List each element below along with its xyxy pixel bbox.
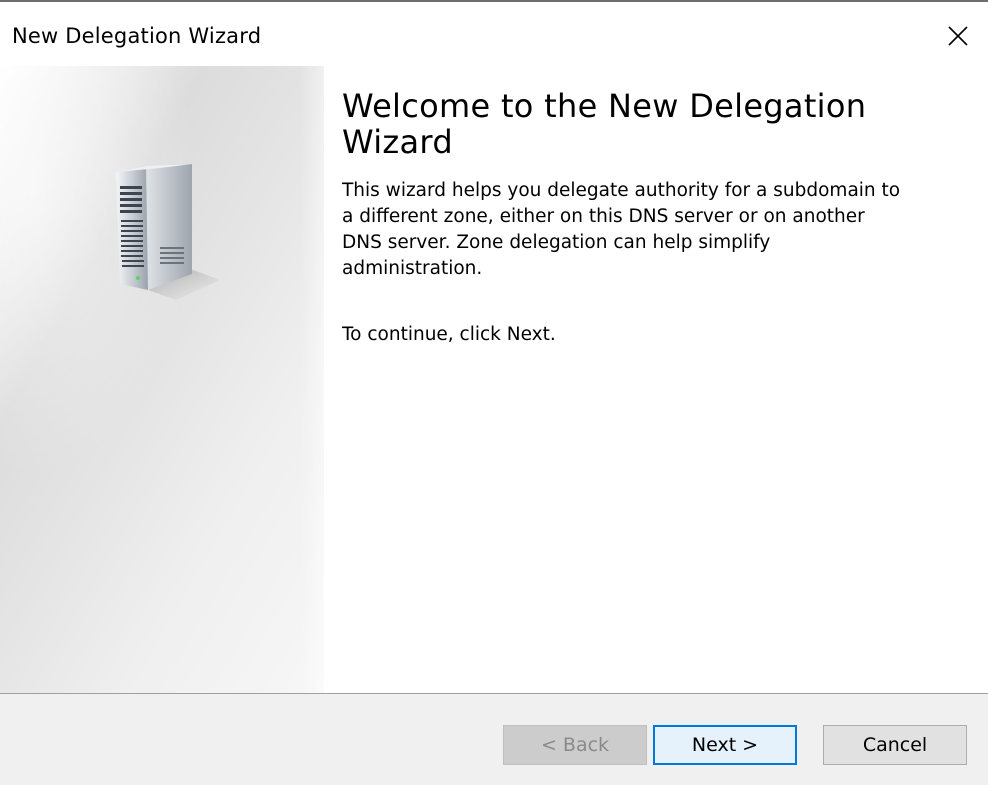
close-button[interactable]: [936, 14, 980, 58]
wizard-content: Welcome to the New Delegation Wizard Thi…: [342, 88, 952, 348]
wizard-side-banner: [0, 66, 324, 694]
page-title: Welcome to the New Delegation Wizard: [342, 87, 867, 161]
cancel-button[interactable]: Cancel: [823, 725, 967, 765]
server-tower-icon: [116, 164, 218, 300]
button-bar: < Back Next > Cancel: [0, 693, 988, 785]
title-bar: New Delegation Wizard: [0, 4, 988, 64]
wizard-window: New Delegation Wizard Welcome to the New…: [0, 0, 988, 785]
wizard-description: This wizard helps you delegate authority…: [342, 180, 901, 279]
next-button[interactable]: Next >: [653, 725, 797, 765]
back-button[interactable]: < Back: [503, 725, 647, 765]
window-title: New Delegation Wizard: [12, 24, 262, 48]
continue-instruction: To continue, click Next.: [342, 324, 556, 345]
close-icon: [948, 26, 968, 46]
